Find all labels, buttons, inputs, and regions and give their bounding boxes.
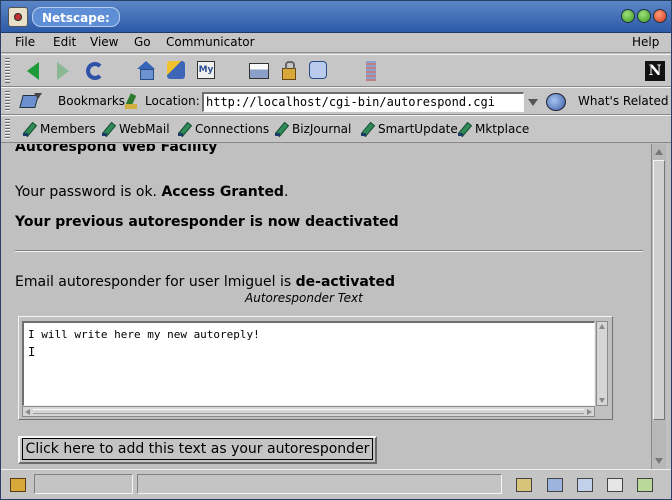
status-text-field <box>137 474 502 494</box>
text-cursor-icon: I <box>28 345 36 359</box>
address-book-icon[interactable] <box>607 478 623 492</box>
toolbar-grip[interactable] <box>5 91 10 111</box>
security-lock-icon[interactable] <box>10 478 26 492</box>
bookmark-link-icon <box>102 123 114 136</box>
navigation-toolbar: My N <box>1 54 671 87</box>
home-icon[interactable] <box>137 61 157 81</box>
guide-icon[interactable]: My <box>197 61 217 81</box>
scroll-down-icon[interactable] <box>654 455 664 467</box>
bookmark-link-icon <box>178 123 190 136</box>
password-suffix: . <box>283 184 289 200</box>
divider <box>15 250 643 252</box>
bookmark-link-icon <box>23 123 35 136</box>
url-input[interactable]: http://localhost/cgi-bin/autorespond.cgi <box>202 92 524 112</box>
link-smartupdate[interactable]: SmartUpdate <box>361 122 458 136</box>
window-menu-icon[interactable] <box>8 7 28 27</box>
minimize-button[interactable] <box>621 9 635 23</box>
chevron-down-icon[interactable] <box>525 94 541 110</box>
forward-icon[interactable] <box>53 61 73 81</box>
print-icon[interactable] <box>249 61 269 81</box>
stop-icon[interactable] <box>361 61 381 81</box>
toolbar-grip[interactable] <box>5 119 10 139</box>
maximize-button[interactable] <box>637 9 651 23</box>
whats-related-button[interactable]: What's Related <box>578 94 668 108</box>
menu-view[interactable]: View <box>90 35 118 49</box>
add-autoresponder-button[interactable]: Click here to add this text as your auto… <box>18 436 377 464</box>
link-webmail[interactable]: WebMail <box>102 122 170 136</box>
progress-field <box>34 474 133 494</box>
window-title: Netscape: <box>32 7 120 27</box>
menu-go[interactable]: Go <box>134 35 151 49</box>
personal-toolbar: Members WebMail Connections BizJournal S… <box>1 115 671 143</box>
back-icon[interactable] <box>23 61 43 81</box>
bookmark-link-icon <box>275 123 287 136</box>
textarea-caption: Autoresponder Text <box>245 291 363 305</box>
link-label: WebMail <box>119 122 170 136</box>
scroll-thumb[interactable] <box>653 160 665 420</box>
security-icon[interactable] <box>279 61 299 81</box>
composer-icon[interactable] <box>637 478 653 492</box>
scroll-up-icon[interactable] <box>599 324 605 329</box>
scroll-up-icon[interactable] <box>654 146 664 158</box>
navigator-icon[interactable] <box>516 478 532 492</box>
mail-icon[interactable] <box>547 478 563 492</box>
link-label: SmartUpdate <box>378 122 458 136</box>
menu-help[interactable]: Help <box>632 35 659 49</box>
textarea-horizontal-scrollbar[interactable] <box>22 406 595 417</box>
button-label: Click here to add this text as your auto… <box>21 438 374 460</box>
link-mktplace[interactable]: Mktplace <box>458 122 529 136</box>
page-vertical-scrollbar[interactable] <box>651 144 666 469</box>
menu-bar: File Edit View Go Communicator Help <box>1 33 671 53</box>
browser-window: Netscape: File Edit View Go Communicator… <box>0 0 672 500</box>
netscape-logo[interactable]: N <box>645 61 665 81</box>
password-prefix: Your password is ok. <box>15 184 162 200</box>
location-toolbar: Bookmarks Location: http://localhost/cgi… <box>1 87 671 115</box>
menu-file[interactable]: File <box>15 35 35 49</box>
scroll-right-icon[interactable] <box>587 409 592 415</box>
textarea-vertical-scrollbar[interactable] <box>596 321 608 406</box>
scroll-down-icon[interactable] <box>599 398 605 403</box>
shop-icon[interactable] <box>309 61 329 81</box>
menu-communicator[interactable]: Communicator <box>166 35 255 49</box>
close-button[interactable] <box>653 9 667 23</box>
link-label: BizJournal <box>292 122 352 136</box>
bookmark-link-icon <box>458 123 470 136</box>
search-icon[interactable] <box>167 61 187 81</box>
whats-related-icon[interactable] <box>546 93 566 111</box>
link-label: Mktplace <box>475 122 530 136</box>
link-members[interactable]: Members <box>23 122 96 136</box>
toolbar-grip[interactable] <box>5 58 10 83</box>
discussion-icon[interactable] <box>577 478 593 492</box>
link-connections[interactable]: Connections <box>178 122 269 136</box>
link-label: Members <box>40 122 96 136</box>
location-label: Location: <box>145 94 200 108</box>
menu-edit[interactable]: Edit <box>53 35 76 49</box>
page-content: Autorespond Web Facility Your password i… <box>1 144 651 469</box>
bookmarks-icon[interactable] <box>21 93 42 109</box>
autoresponder-status: Email autoresponder for user lmiguel is … <box>15 274 395 290</box>
status-prefix: Email autoresponder for user lmiguel is <box>15 274 296 290</box>
page-title: Autorespond Web Facility <box>15 144 218 155</box>
link-label: Connections <box>195 122 270 136</box>
access-status: Access Granted <box>161 184 284 200</box>
textarea-text: I will write here my new autoreply! <box>28 328 260 341</box>
scroll-track[interactable] <box>33 409 584 414</box>
deactivated-notice: Your previous autoresponder is now deact… <box>15 214 399 230</box>
bookmarks-button[interactable]: Bookmarks <box>58 94 125 108</box>
status-bar <box>1 469 671 499</box>
bookmark-link-icon <box>361 123 373 136</box>
autoresponder-textarea[interactable]: I will write here my new autoreply! I <box>22 321 595 406</box>
scroll-left-icon[interactable] <box>25 409 30 415</box>
status-value: de-activated <box>295 274 395 290</box>
location-icon[interactable] <box>125 94 139 110</box>
title-bar[interactable]: Netscape: <box>1 1 671 33</box>
reload-icon[interactable] <box>85 61 105 81</box>
link-bizjournal[interactable]: BizJournal <box>275 122 351 136</box>
password-message: Your password is ok. Access Granted. <box>15 184 288 200</box>
